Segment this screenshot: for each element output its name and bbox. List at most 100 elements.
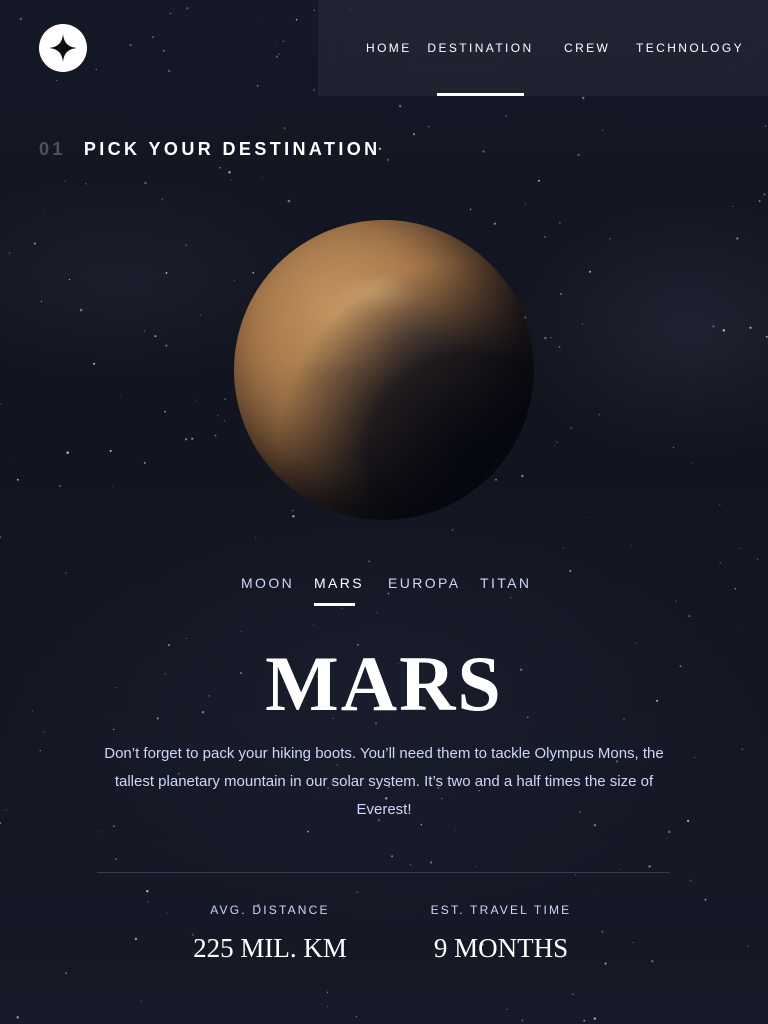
star-dot [260, 16, 262, 17]
star-dot [341, 607, 343, 609]
stat-value: 9 MONTHS [433, 933, 569, 963]
star-dot [40, 300, 43, 303]
stat-label: AVG. DISTANCE [210, 903, 330, 917]
star-dot [66, 367, 68, 369]
star-dot [252, 271, 255, 274]
star-dot [79, 308, 83, 312]
tab-titan[interactable]: TITAN [480, 566, 531, 606]
star-dot [275, 55, 279, 58]
star-dot [228, 170, 231, 174]
star-dot [648, 865, 651, 868]
star-dot [764, 125, 767, 127]
star-dot [758, 200, 761, 203]
star-dot [0, 536, 2, 539]
star-dot [482, 150, 485, 153]
star-dot [524, 203, 526, 205]
star-dot [543, 235, 546, 239]
star-dot [719, 562, 721, 564]
page-heading: 01 PICK YOUR DESTINATION [39, 136, 381, 162]
nav-item-destination[interactable]: DESTINATION [427, 0, 531, 96]
star-dot [712, 325, 715, 328]
star-dot [93, 362, 96, 365]
star-dot [144, 330, 146, 332]
star-dot [690, 462, 693, 464]
destination-description: Don’t forget to pack your hiking boots. … [104, 745, 664, 818]
tab-europa[interactable]: EUROPA [388, 566, 461, 606]
star-dot [59, 485, 61, 487]
destination-tabs: MOON MARS EUROPA TITAN [0, 566, 768, 606]
star-dot [43, 210, 45, 211]
star-dot [763, 193, 766, 196]
star-dot [583, 1019, 585, 1022]
star-dot [672, 446, 675, 449]
star-dot [451, 529, 454, 531]
star-dot [689, 879, 692, 882]
star-logo-icon[interactable] [39, 24, 87, 72]
star-dot [8, 251, 11, 255]
star-dot [16, 1016, 19, 1019]
star-dot [420, 823, 423, 826]
star-dot [113, 825, 115, 827]
star-dot [687, 819, 690, 823]
tab-label: MOON [241, 575, 295, 591]
star-dot [474, 866, 477, 868]
star-dot [161, 198, 164, 201]
star-dot [115, 858, 117, 860]
star-dot [112, 486, 114, 488]
mars-planet-image [234, 220, 534, 520]
star-dot [219, 166, 221, 169]
star-dot [765, 335, 768, 338]
nav-item-crew[interactable]: CREW [564, 0, 610, 96]
page: HOME DESTINATION CREW TECHNOLOGY 01 PICK… [0, 0, 768, 1024]
star-dot [5, 809, 7, 811]
star-dot [224, 420, 226, 422]
nav-item-label: CREW [564, 41, 611, 55]
star-dot [741, 748, 744, 750]
star-dot [740, 626, 742, 628]
star-dot [312, 89, 315, 92]
star-dot [732, 206, 734, 207]
star-dot [412, 133, 416, 136]
nav-item-label: HOME [366, 41, 412, 55]
star-dot [68, 278, 71, 281]
star-dot [152, 36, 154, 38]
star-dot [162, 49, 165, 52]
star-dot [275, 41, 277, 43]
star-dot [585, 517, 587, 519]
star-dot [555, 441, 558, 444]
star-dot [572, 993, 574, 996]
star-dot [216, 414, 219, 417]
star-dot [454, 829, 456, 831]
star-dot [598, 413, 601, 416]
star-dot [199, 314, 202, 317]
star-dot [55, 79, 58, 82]
main-nav: HOME DESTINATION CREW TECHNOLOGY [318, 0, 768, 96]
star-dot [19, 17, 23, 21]
tab-mars[interactable]: MARS [314, 566, 362, 606]
star-dot [574, 874, 576, 876]
star-dot [292, 509, 294, 512]
star-dot [262, 177, 264, 179]
star-dot [287, 199, 291, 203]
star-dot [469, 208, 472, 211]
star-dot [86, 231, 88, 233]
star-dot [570, 427, 572, 429]
nav-item-home[interactable]: HOME [366, 0, 412, 96]
tab-moon[interactable]: MOON [241, 566, 294, 606]
nav-item-technology[interactable]: TECHNOLOGY [636, 0, 744, 96]
star-dot [186, 7, 189, 10]
star-dot [66, 451, 69, 454]
star-dot [386, 158, 390, 162]
star-dot [154, 335, 157, 338]
star-dot [604, 962, 607, 965]
tab-label: EUROPA [388, 575, 461, 591]
star-dot [129, 44, 132, 47]
star-dot [326, 991, 329, 993]
star-dot [295, 18, 298, 21]
star-dot [601, 129, 604, 131]
star-dot [558, 346, 561, 348]
star-dot [282, 40, 285, 43]
star-dot [143, 461, 146, 464]
star-icon [49, 34, 77, 62]
star-dot [283, 127, 286, 129]
